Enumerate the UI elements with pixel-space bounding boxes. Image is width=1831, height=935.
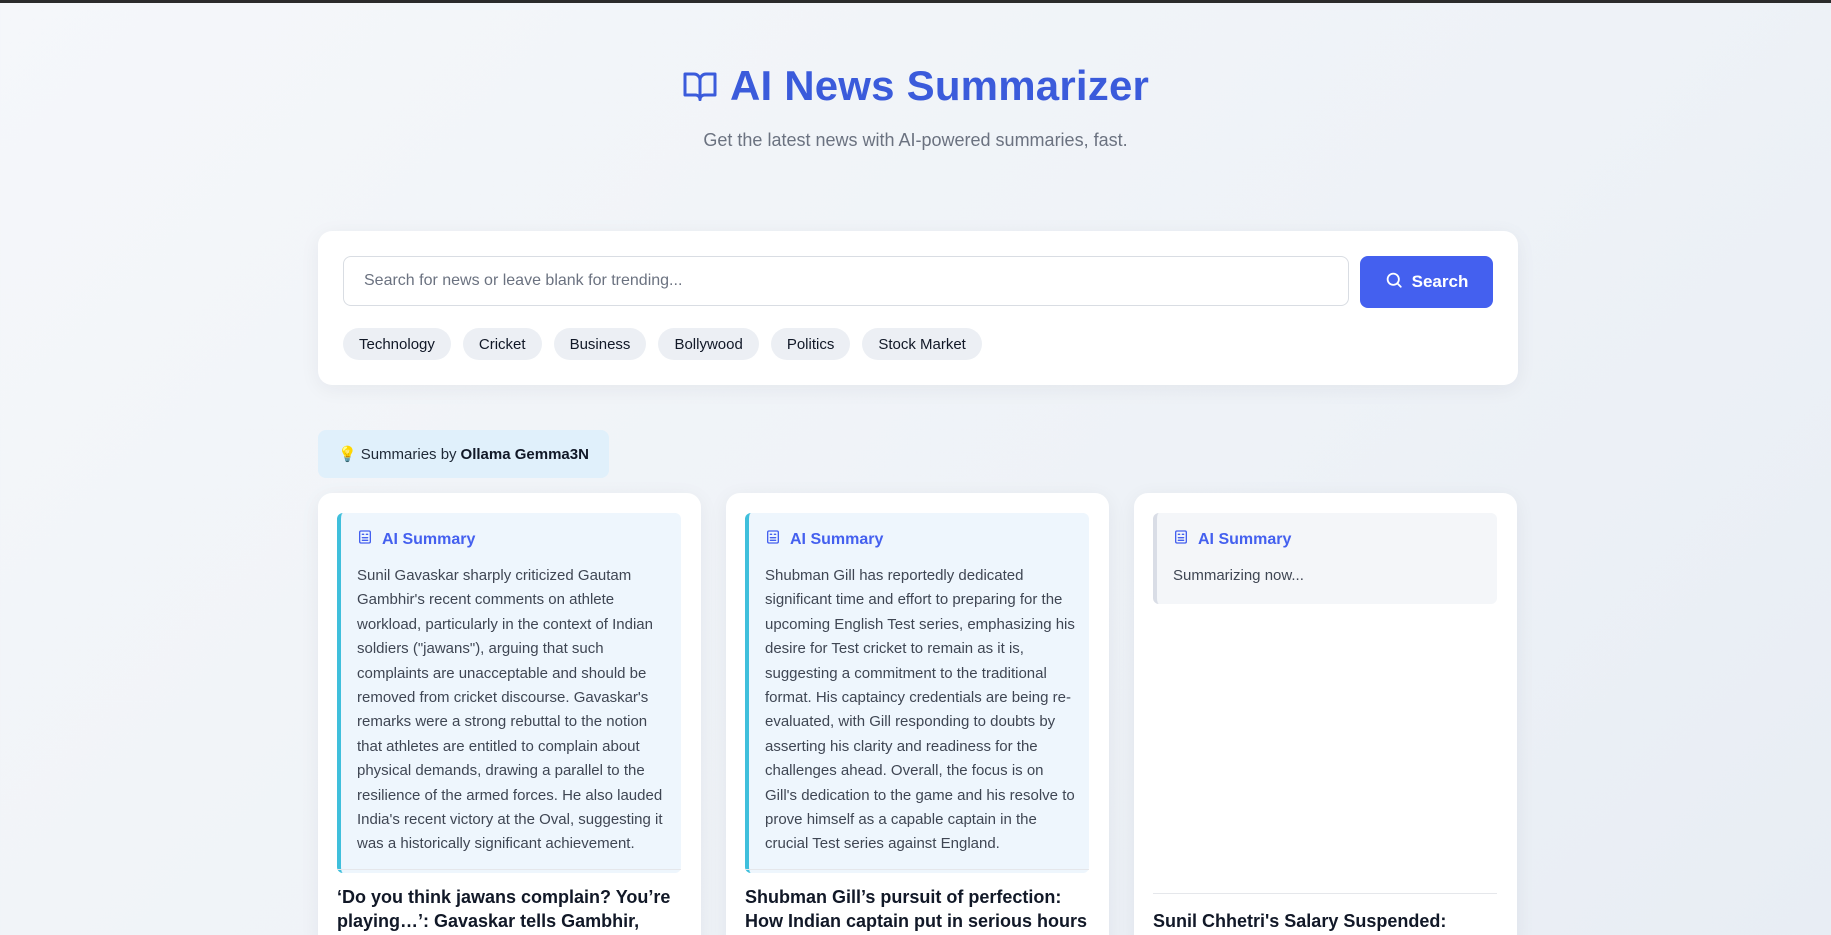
robot-icon [1173,529,1189,550]
search-icon [1385,271,1403,294]
search-button-label: Search [1411,272,1469,291]
card-divider [1153,893,1497,894]
ai-summary-status: Summarizing now... [1173,567,1304,584]
news-headline[interactable]: Sunil Chhetri's Salary Suspended: [1153,909,1497,933]
news-headline[interactable]: Shubman Gill’s pursuit of perfection: Ho… [745,885,1089,933]
chip-politics[interactable]: Politics [770,328,851,360]
model-badge: 💡 Summaries by Ollama Gemma3N [318,430,609,478]
category-chips: Technology Cricket Business Bollywood Po… [343,328,982,360]
search-panel: Search Technology Cricket Business Bolly… [318,231,1518,385]
search-button[interactable]: Search [1360,256,1493,308]
model-name: Ollama Gemma3N [460,445,589,463]
page-header: AI News Summarizer Get the latest news w… [0,62,1831,151]
news-card[interactable]: AI Summary Sunil Gavaskar sharply critic… [318,493,701,935]
ai-summary-label: AI Summary [1198,530,1292,548]
ai-summary-header: AI Summary [357,529,667,550]
lightbulb-icon: 💡 [338,446,357,463]
news-card[interactable]: AI Summary Summarizing now... Sunil Chhe… [1134,493,1517,935]
ai-summary-box: AI Summary Shubman Gill has reportedly d… [745,513,1089,873]
open-book-icon [682,68,718,104]
chip-technology[interactable]: Technology [343,328,451,360]
robot-icon [357,529,373,550]
news-headline[interactable]: ‘Do you think jawans complain? You’re pl… [337,885,681,933]
ai-summary-header: AI Summary [765,529,1075,550]
ai-summary-label: AI Summary [790,530,884,548]
browser-top-bar [0,0,1831,3]
ai-summary-text: Shubman Gill has reportedly dedicated si… [765,567,1075,853]
search-input[interactable] [343,256,1349,306]
model-badge-prefix: Summaries by [360,445,457,463]
robot-icon [765,529,781,550]
ai-summary-text: Sunil Gavaskar sharply criticized Gautam… [357,567,663,853]
title-row: AI News Summarizer [682,62,1149,110]
chip-business[interactable]: Business [553,328,647,360]
chip-cricket[interactable]: Cricket [462,328,542,360]
ai-summary-label: AI Summary [382,530,476,548]
ai-summary-box: AI Summary Sunil Gavaskar sharply critic… [337,513,681,873]
chip-stock-market[interactable]: Stock Market [862,328,982,360]
ai-summary-header: AI Summary [1173,529,1483,550]
page-subtitle: Get the latest news with AI-powered summ… [703,130,1128,150]
chip-bollywood[interactable]: Bollywood [658,328,759,360]
page-title: AI News Summarizer [729,62,1150,109]
ai-summary-box: AI Summary Summarizing now... [1153,513,1497,605]
card-divider [745,869,1089,870]
news-card[interactable]: AI Summary Shubman Gill has reportedly d… [726,493,1109,935]
card-divider [337,869,681,870]
